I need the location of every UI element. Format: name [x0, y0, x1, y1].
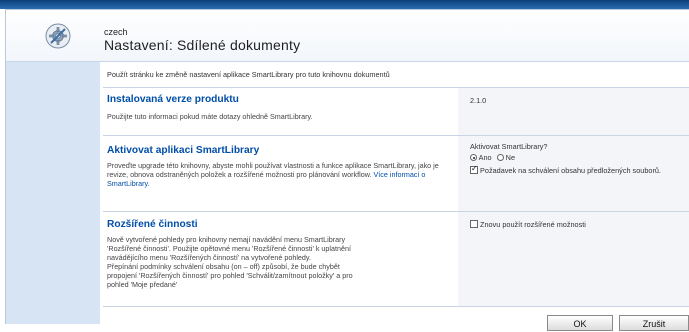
cancel-button[interactable]: Zrušit: [619, 315, 689, 331]
settings-form: Použít stránku ke změně nastavení aplika…: [100, 62, 689, 331]
reuse-label: Znovu použít rozšířené možnosti: [480, 220, 586, 229]
reuse-option: Znovu použít rozšířené možnosti: [470, 220, 586, 229]
extended-text-line: propojení 'Rozšířených činností' pro poh…: [107, 271, 353, 280]
approval-checkbox[interactable]: [470, 164, 478, 174]
footer-divider: [103, 306, 689, 307]
extended-section-title: Rozšířené činnosti: [107, 219, 198, 230]
ok-button[interactable]: OK: [547, 315, 613, 331]
activate-section-value-panel: Aktivovat SmartLibrary? Ano Ne Požadavek…: [458, 136, 689, 211]
approval-option: Požadavek na schválení obsahu předložený…: [470, 164, 685, 176]
version-section-text: Použijte tuto informaci pokud máte dotaz…: [107, 112, 313, 121]
left-navigation: [6, 62, 100, 324]
version-section-value-panel: 2.1.0: [458, 88, 689, 135]
activate-question: Aktivovat SmartLibrary?: [470, 142, 548, 151]
product-version-value: 2.1.0: [470, 96, 487, 105]
settings-gear-icon: [45, 23, 71, 49]
page-title: Nastavení: Sdílené dokumenty: [104, 37, 301, 53]
site-name: czech: [104, 27, 128, 37]
extended-text-line: pohled 'Moje předané': [107, 280, 178, 289]
approval-label: Požadavek na schválení obsahu předložený…: [480, 166, 661, 175]
radio-yes[interactable]: [470, 154, 477, 161]
radio-yes-label: Ano: [478, 153, 492, 162]
extended-section-text: Nově vytvořené pohledy pro knihovny nema…: [107, 235, 455, 289]
reuse-checkbox[interactable]: [470, 220, 478, 228]
activate-radio-group: Ano Ne: [470, 153, 515, 162]
extended-section-value-panel: Znovu použít rozšířené možnosti: [458, 212, 689, 306]
top-accent-bar: [0, 0, 689, 9]
activate-section-description: Aktivovat aplikaci SmartLibrary Proveďte…: [103, 136, 458, 211]
version-section-title: Instalovaná verze produktu: [107, 94, 239, 105]
version-section-description: Instalovaná verze produktu Použijte tuto…: [103, 88, 458, 135]
extended-text-line: navádějícího menu 'Rozšířených činností'…: [107, 253, 311, 262]
activate-section-title: Aktivovat aplikaci SmartLibrary: [107, 145, 260, 156]
extended-section-description: Rozšířené činnosti Nově vytvořené pohled…: [103, 212, 458, 306]
radio-no-label: Ne: [505, 153, 515, 162]
settings-page: czech Nastavení: Sdílené dokumenty Použí…: [5, 9, 689, 331]
page-description: Použít stránku ke změně nastavení aplika…: [107, 70, 390, 79]
page-header: czech Nastavení: Sdílené dokumenty: [6, 10, 689, 62]
extended-text-line: 'Rozšířené činnosti'. Použijte opětovné …: [107, 244, 352, 253]
radio-no[interactable]: [496, 154, 504, 161]
extended-text-line: Nově vytvořené pohledy pro knihovny nema…: [107, 235, 346, 244]
extended-text-line: Přepínání podmínky schválení obsahu (on …: [107, 262, 340, 271]
activate-section-text: Proveďte upgrade této knihovny, abyste m…: [107, 161, 455, 188]
